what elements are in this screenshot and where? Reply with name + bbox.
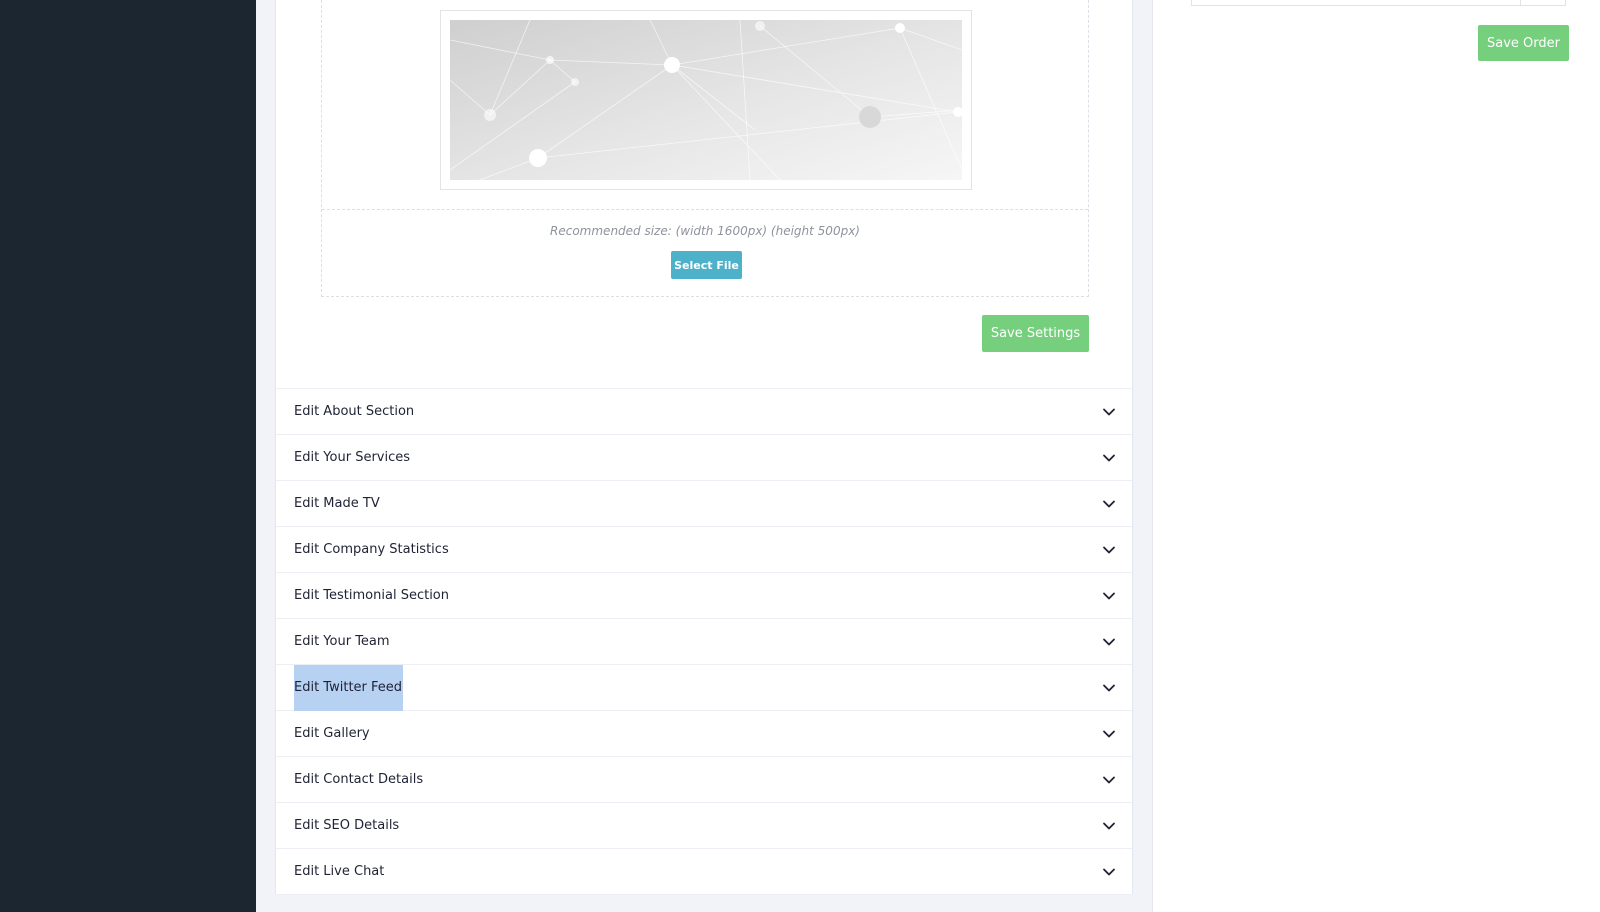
banner-upload-box: Recommended size: (width 1600px) (height…	[321, 0, 1089, 297]
accordion-item-label: Edit About Section	[294, 404, 415, 419]
section-accordion: Edit About Section Edit Your Services Edit…	[276, 388, 1132, 895]
upload-divider	[322, 209, 1088, 210]
save-order-button[interactable]: Save Order	[1478, 25, 1569, 61]
accordion-item[interactable]: Edit SEO Details	[276, 803, 1132, 849]
chevron-down-icon[interactable]	[1102, 773, 1116, 787]
chevron-down-icon[interactable]	[1102, 451, 1116, 465]
accordion-item-label: Edit Twitter Feed	[294, 665, 404, 711]
chevron-down-icon[interactable]	[1102, 405, 1116, 419]
accordion-item-label: Edit Gallery	[294, 726, 370, 741]
main-settings-card: Recommended size: (width 1600px) (height…	[275, 0, 1133, 895]
accordion-item-label: Edit Live Chat	[294, 864, 385, 879]
accordion-item-label: Edit Your Services	[294, 450, 411, 465]
recommended-size-hint: Recommended size: (width 1600px) (height…	[550, 224, 860, 238]
accordion-item[interactable]: Edit Your Team	[276, 619, 1132, 665]
chevron-down-icon[interactable]	[1102, 727, 1116, 741]
accordion-item-label: Edit SEO Details	[294, 818, 400, 833]
chevron-down-icon[interactable]	[1102, 589, 1116, 603]
accordion-item[interactable]: Edit Made TV	[276, 481, 1132, 527]
chevron-down-icon[interactable]	[1102, 819, 1116, 833]
sidebar	[0, 0, 256, 912]
order-panel: Save Order	[1152, 0, 1600, 912]
accordion-item[interactable]: Edit About Section	[276, 389, 1132, 435]
accordion-item-label: Edit Testimonial Section	[294, 588, 449, 603]
accordion-item-label: Edit Your Team	[294, 634, 390, 649]
accordion-item[interactable]: Edit Twitter Feed	[276, 665, 1132, 711]
network-background-image	[450, 20, 962, 180]
accordion-item-label: Edit Made TV	[294, 496, 380, 511]
accordion-item-label: Edit Contact Details	[294, 772, 424, 787]
accordion-item[interactable]: Edit Live Chat	[276, 849, 1132, 895]
accordion-item[interactable]: Edit Testimonial Section	[276, 573, 1132, 619]
save-settings-button[interactable]: Save Settings	[982, 315, 1089, 352]
accordion-item[interactable]: Edit Contact Details	[276, 757, 1132, 803]
order-input[interactable]	[1191, 0, 1566, 6]
select-file-button[interactable]: Select File	[671, 251, 742, 279]
banner-preview	[440, 10, 972, 190]
chevron-down-icon[interactable]	[1102, 681, 1116, 695]
order-input-divider	[1520, 0, 1521, 5]
accordion-item[interactable]: Edit Your Services	[276, 435, 1132, 481]
accordion-item-label: Edit Company Statistics	[294, 542, 449, 557]
chevron-down-icon[interactable]	[1102, 497, 1116, 511]
chevron-down-icon[interactable]	[1102, 635, 1116, 649]
accordion-item[interactable]: Edit Company Statistics	[276, 527, 1132, 573]
accordion-item[interactable]: Edit Gallery	[276, 711, 1132, 757]
chevron-down-icon[interactable]	[1102, 865, 1116, 879]
chevron-down-icon[interactable]	[1102, 543, 1116, 557]
